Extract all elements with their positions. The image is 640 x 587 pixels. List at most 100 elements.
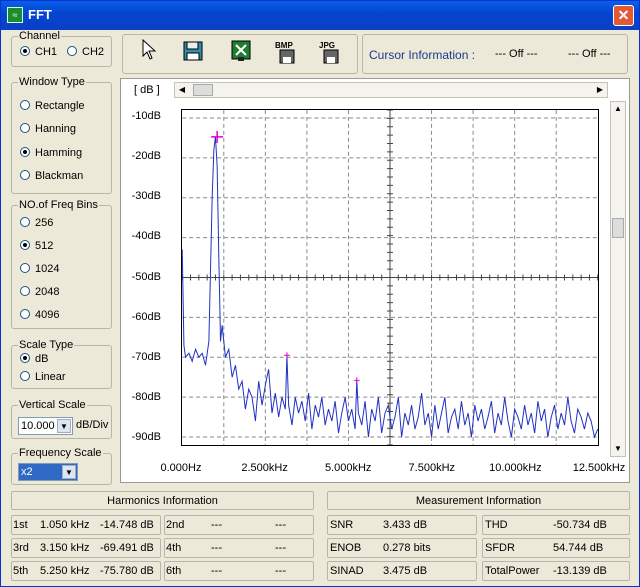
- vertical-scrollbar[interactable]: ▲ ▼: [610, 101, 626, 457]
- cursor-info-value-2: --- Off ---: [568, 48, 611, 60]
- vertical-scale-select[interactable]: 10.000 ▼: [18, 417, 73, 435]
- chevron-down-icon[interactable]: ▼: [62, 465, 76, 479]
- measurement-row: SFDR 54.744 dB: [482, 538, 630, 558]
- harmonic-level: ---: [275, 519, 286, 531]
- radio-label: Blackman: [35, 170, 84, 182]
- harmonic-frequency: 5.250 kHz: [40, 565, 90, 577]
- y-tick-label: -90dB: [131, 430, 161, 443]
- radio-label: Linear: [35, 371, 66, 383]
- chevron-down-icon[interactable]: ▼: [57, 419, 71, 433]
- waveform-icon: ≈: [7, 7, 23, 23]
- measurement-row: THD -50.734 dB: [482, 515, 630, 535]
- measurement-label: ENOB: [330, 542, 362, 554]
- bins-256-radio[interactable]: 256: [20, 217, 53, 229]
- title-bar[interactable]: ≈ FFT ✕: [1, 1, 639, 30]
- radio-label: Rectangle: [35, 100, 85, 112]
- window-hanning-radio[interactable]: Hanning: [20, 123, 76, 135]
- measurement-title: Measurement Information: [415, 495, 542, 507]
- window-blackman-radio[interactable]: Blackman: [20, 170, 83, 182]
- radio-dot: [20, 286, 30, 296]
- excel-export-icon[interactable]: [225, 39, 257, 69]
- jpg-export-icon[interactable]: JPG: [315, 39, 347, 69]
- y-tick-label: -40dB: [131, 230, 161, 243]
- radio-dot: [67, 46, 77, 56]
- channel-ch1-radio[interactable]: CH1: [20, 46, 57, 58]
- db-unit-label: [ dB ]: [134, 84, 160, 96]
- scale-db-radio[interactable]: dB: [20, 353, 48, 365]
- radio-label: 1024: [35, 263, 60, 275]
- fft-spectrum-plot[interactable]: [181, 109, 599, 446]
- x-tick-label: 5.000kHz: [324, 462, 372, 474]
- horizontal-scrollbar[interactable]: ◀ ▶: [174, 82, 608, 98]
- window-rectangle-radio[interactable]: Rectangle: [20, 100, 85, 112]
- measurement-value: 0.278 bits: [383, 542, 431, 554]
- measurement-label: THD: [485, 519, 508, 531]
- measurement-row: SNR 3.433 dB: [327, 515, 477, 535]
- harmonic-row: 4th --- ---: [164, 538, 314, 558]
- harmonic-level: ---: [275, 565, 286, 577]
- window-title: FFT: [28, 7, 52, 22]
- freq-bins-group: NO.of Freq Bins 256 512 1024 2048 4096: [11, 199, 112, 329]
- scroll-thumb[interactable]: [612, 218, 624, 238]
- measurement-label: SNR: [330, 519, 354, 531]
- radio-label: CH2: [82, 46, 105, 58]
- channel-group: Channel CH1 CH2: [11, 30, 112, 67]
- frequency-scale-select[interactable]: x2 ▼: [18, 463, 78, 481]
- harmonic-row: 2nd --- ---: [164, 515, 314, 535]
- scroll-thumb[interactable]: [193, 84, 213, 96]
- save-icon[interactable]: [177, 39, 209, 69]
- radio-dot: [20, 217, 30, 227]
- scale-linear-radio[interactable]: Linear: [20, 371, 66, 383]
- y-tick-label: -30dB: [131, 190, 161, 203]
- measurement-value: 3.475 dB: [383, 565, 428, 577]
- svg-text:JPG: JPG: [319, 41, 335, 50]
- frequency-scale-title: Frequency Scale: [18, 447, 103, 459]
- radio-label: Hamming: [35, 147, 83, 159]
- radio-selected-dot: [20, 46, 30, 56]
- measurement-value: 3.433 dB: [383, 519, 428, 531]
- harmonic-row: 5th 5.250 kHz -75.780 dB: [11, 561, 161, 581]
- freq-bins-title: NO.of Freq Bins: [18, 199, 99, 211]
- radio-dot: [20, 100, 30, 110]
- bins-2048-radio[interactable]: 2048: [20, 286, 59, 298]
- harmonic-order: 6th: [166, 565, 182, 577]
- measurement-value: 54.744 dB: [553, 542, 604, 554]
- x-tick-label: 10.000kHz: [489, 462, 542, 474]
- y-tick-label: -80dB: [131, 390, 161, 403]
- channel-ch2-radio[interactable]: CH2: [67, 46, 104, 58]
- scroll-left-icon[interactable]: ◀: [175, 83, 189, 97]
- radio-label: 512: [35, 240, 54, 252]
- scroll-up-icon[interactable]: ▲: [611, 102, 625, 116]
- radio-dot: [20, 371, 30, 381]
- window-type-group: Window Type Rectangle Hanning Hamming Bl…: [11, 76, 112, 194]
- measurement-label: TotalPower: [485, 565, 540, 577]
- measurement-label: SFDR: [485, 542, 515, 554]
- pointer-icon[interactable]: [133, 38, 165, 69]
- frequency-scale-value: x2: [21, 466, 33, 478]
- x-tick-label: 2.500kHz: [241, 462, 288, 474]
- harmonic-row: 3rd 3.150 kHz -69.491 dB: [11, 538, 161, 558]
- radio-selected-dot: [20, 147, 30, 157]
- harmonic-order: 1st: [13, 519, 28, 531]
- bins-512-radio[interactable]: 512: [20, 240, 53, 252]
- close-button[interactable]: ✕: [613, 5, 634, 26]
- bins-1024-radio[interactable]: 1024: [20, 263, 59, 275]
- channel-group-title: Channel: [18, 30, 61, 42]
- harmonic-level: -69.491 dB: [100, 542, 154, 554]
- harmonic-marker: [211, 130, 224, 143]
- scroll-right-icon[interactable]: ▶: [593, 83, 607, 97]
- scroll-down-icon[interactable]: ▼: [611, 442, 625, 456]
- bmp-export-icon[interactable]: BMP: [271, 39, 303, 69]
- x-tick-label: 0.000Hz: [160, 462, 202, 474]
- harmonic-frequency: 3.150 kHz: [40, 542, 90, 554]
- window-hamming-radio[interactable]: Hamming: [20, 147, 82, 159]
- vertical-scale-unit: dB/Div: [76, 419, 109, 431]
- y-tick-label: -10dB: [131, 110, 161, 123]
- bins-4096-radio[interactable]: 4096: [20, 309, 59, 321]
- radio-label: dB: [35, 353, 49, 365]
- cursor-info-label: Cursor Information :: [369, 48, 476, 62]
- radio-dot: [20, 123, 30, 133]
- harmonic-level: -75.780 dB: [100, 565, 154, 577]
- y-tick-label: -70dB: [131, 350, 161, 363]
- x-tick-label: 12.500kHz: [572, 462, 626, 474]
